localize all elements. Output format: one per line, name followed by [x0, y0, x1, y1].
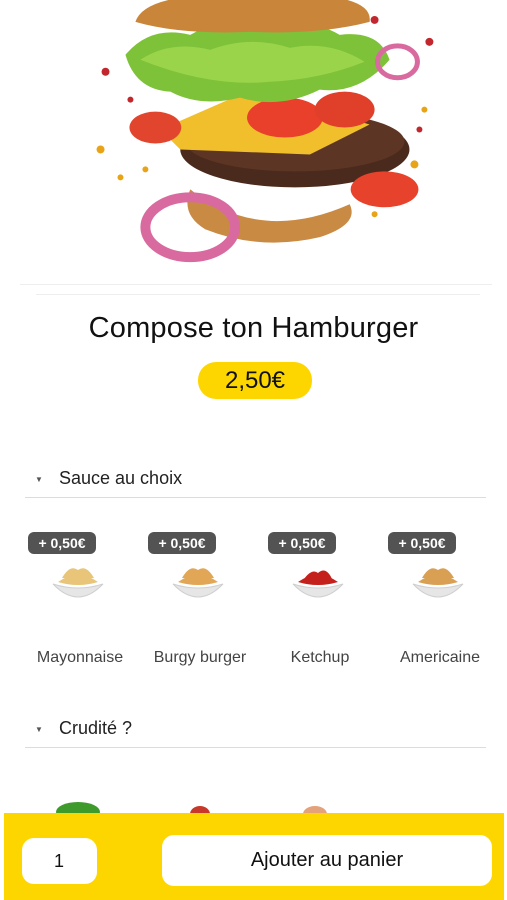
americaine-sauce-icon: [412, 568, 464, 598]
mayonnaise-icon: [52, 568, 104, 598]
option-label: Mayonnaise: [36, 649, 124, 666]
quantity-input[interactable]: [22, 838, 97, 884]
option-burgy-burger[interactable]: + 0,50€ Burgy burger: [140, 525, 260, 675]
option-label: Ketchup: [290, 649, 350, 666]
option-label: Americaine: [399, 649, 481, 666]
ketchup-icon: [292, 570, 344, 598]
section-label: Crudité ?: [59, 718, 133, 738]
cart-bar: Ajouter au panier: [4, 813, 504, 900]
product-image: [20, 0, 492, 285]
option-americaine[interactable]: + 0,50€ Americaine: [380, 525, 500, 675]
caret-down-icon: ▼: [35, 475, 43, 484]
hero-divider: [36, 294, 480, 295]
section-label: Sauce au choix: [59, 468, 183, 488]
caret-down-icon: ▼: [35, 725, 43, 734]
option-mayonnaise[interactable]: + 0,50€ Mayonnaise: [20, 525, 140, 675]
extra-price-badge: + 0,50€: [268, 532, 336, 554]
extra-price-badge: + 0,50€: [388, 532, 456, 554]
product-title: Compose ton Hamburger: [88, 312, 419, 344]
add-to-cart-button[interactable]: Ajouter au panier: [162, 835, 492, 886]
price-badge: 2,50€: [198, 362, 312, 399]
burgy-sauce-icon: [172, 568, 224, 598]
sauce-options: + 0,50€ Mayonnaise + 0,50€ Burgy burger …: [20, 525, 500, 675]
section-header-sauce[interactable]: ▼ Sauce au choix: [25, 468, 486, 498]
extra-price-badge: + 0,50€: [148, 532, 216, 554]
option-ketchup[interactable]: + 0,50€ Ketchup: [260, 525, 380, 675]
product-page: Compose ton Hamburger 2,50€ ▼ Sauce au c…: [0, 0, 507, 900]
section-header-crudite[interactable]: ▼ Crudité ?: [25, 718, 486, 748]
extra-price-badge: + 0,50€: [28, 532, 96, 554]
option-label: Burgy burger: [153, 649, 247, 666]
